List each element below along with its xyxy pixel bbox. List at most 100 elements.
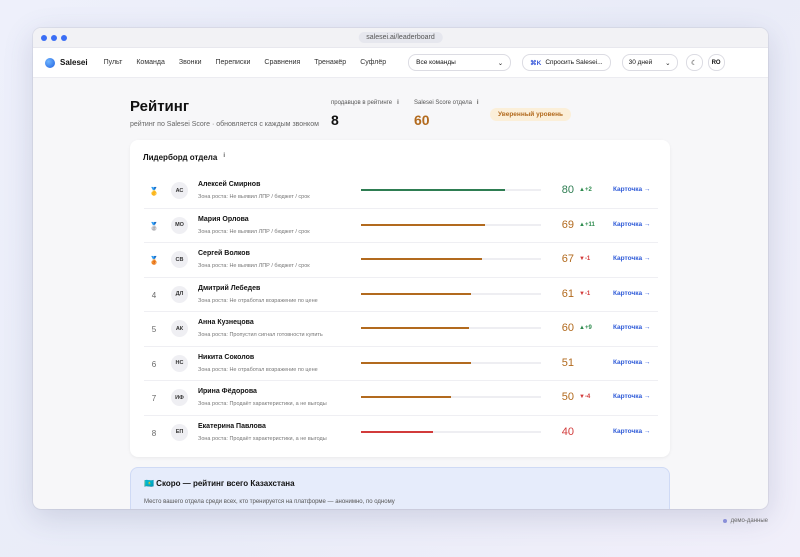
seller-name: Алексей Смирнов [198, 181, 261, 188]
seller-score: 51 [561, 356, 574, 369]
score-bar-fill [361, 430, 433, 433]
brand-name: Salesei [60, 58, 88, 67]
seller-name: Ирина Фёдорова [198, 388, 257, 395]
team-select[interactable]: Все команды ⌄ [408, 54, 512, 71]
seller-score: 80 [561, 184, 574, 196]
leaderboard-row: 7 ИФ Ирина Фёдорова Зона роста: Продаёт … [144, 381, 658, 416]
medal-icon: 🥈 [149, 221, 159, 231]
ask-salesei-button[interactable]: ⌘K Спросить Salesei... [522, 54, 611, 71]
seller-name: Никита Соколов [198, 353, 255, 361]
coming-soon-text: Место вашего отдела среди всех, кто трен… [144, 499, 395, 505]
info-icon[interactable]: i [477, 100, 479, 106]
nav-link-team[interactable]: Команда [136, 59, 165, 66]
nav-link-calls[interactable]: Звонки [179, 59, 202, 66]
url-bar[interactable]: salesei.ai/leaderboard [358, 32, 443, 43]
nav-link-prompter[interactable]: Суфлёр [360, 59, 386, 66]
avatar: ДЛ [171, 285, 188, 303]
period-select[interactable]: 30 дней ⌄ [621, 54, 678, 71]
level-badge: Уверенный уровень [490, 108, 572, 121]
info-icon[interactable]: i [223, 153, 225, 162]
nav-links: Пульт Команда Звонки Переписки Сравнения… [104, 59, 387, 66]
avatar: СВ [171, 251, 188, 268]
theme-toggle-button[interactable]: ☾ [685, 54, 703, 71]
sellers-count-label-text: продавцов в рейтинге [331, 100, 393, 106]
window-dot[interactable] [41, 35, 47, 41]
info-icon[interactable]: i [397, 100, 399, 106]
window-dot[interactable] [51, 35, 57, 41]
score-bar-fill [361, 223, 486, 226]
growth-zone: Зона роста: Не выявил ЛПР / бюджет / сро… [198, 194, 310, 200]
growth-zone: Зона роста: Не выявил ЛПР / бюджет / сро… [198, 263, 310, 269]
leaderboard-title-text: Лидерборд отдела [143, 153, 218, 162]
nav-link-compare[interactable]: Сравнения [264, 59, 300, 66]
growth-zone: Зона роста: Продаёт характеристики, а не… [198, 401, 327, 407]
avatar: МО [171, 216, 188, 234]
nav-link-chats[interactable]: Переписки [216, 59, 251, 66]
growth-zone: Зона роста: Пропустил сигнал готовности … [198, 332, 323, 338]
dept-score-label: Salesei Score отдела i [414, 100, 479, 106]
seller-score: 50 [561, 391, 574, 403]
coming-soon-title: 🇰🇿 Скоро — рейтинг всего Казахстана [144, 479, 295, 488]
score-bar-fill [361, 189, 505, 191]
score-bar-track [361, 258, 541, 260]
score-bar-fill [361, 396, 451, 398]
sellers-count-label: продавцов в рейтинге i [331, 100, 399, 106]
score-delta: ▼-1 [579, 256, 591, 262]
seller-name: Дмитрий Лебедев [198, 284, 261, 292]
score-bar-fill [361, 327, 469, 329]
demo-data-label: демо-данные [730, 518, 768, 524]
seller-name: Анна Кузнецова [198, 319, 254, 326]
seller-card-link[interactable]: Карточка → [613, 428, 650, 435]
shortcut-label: ⌘K [530, 59, 542, 67]
seller-name: Екатерина Павлова [198, 422, 266, 430]
leaderboard-rows: 🥇 АС Алексей Смирнов Зона роста: Не выяв… [144, 174, 658, 450]
seller-card-link[interactable]: Карточка → [613, 324, 650, 331]
nav-link-trainer[interactable]: Тренажёр [314, 59, 346, 66]
avatar: АК [171, 320, 188, 337]
leaderboard-row: 4 ДЛ Дмитрий Лебедев Зона роста: Не отра… [144, 278, 658, 312]
rank-number: 5 [151, 325, 157, 334]
score-delta: ▲+9 [579, 325, 592, 331]
rank-number: 4 [151, 290, 157, 300]
seller-card-link[interactable]: Карточка → [613, 221, 650, 228]
dept-score-label-text: Salesei Score отдела [414, 100, 472, 106]
score-bar-track [361, 223, 541, 226]
top-nav: Salesei Пульт Команда Звонки Переписки С… [33, 48, 768, 78]
ask-label: Спросить Salesei... [545, 59, 603, 66]
seller-card-link[interactable]: Карточка → [613, 255, 650, 262]
seller-card-link[interactable]: Карточка → [613, 186, 650, 193]
score-bar-track [361, 292, 541, 295]
demo-data-note: демо-данные [722, 518, 768, 524]
page-subtitle: рейтинг по Salesei Score · обновляется с… [130, 121, 319, 128]
brand-logo[interactable]: Salesei [45, 57, 88, 68]
demo-dot-icon [722, 519, 727, 523]
medal-icon: 🥇 [149, 187, 159, 196]
score-bar-track [361, 327, 541, 329]
rank-number: 6 [151, 359, 157, 369]
score-delta: ▼-4 [579, 394, 591, 400]
score-delta: ▼-1 [579, 290, 591, 297]
seller-card-link[interactable]: Карточка → [613, 290, 650, 297]
leaderboard-title: Лидерборд отдела i [143, 153, 225, 162]
seller-card-link[interactable]: Карточка → [613, 393, 650, 400]
window-dot[interactable] [61, 35, 67, 41]
app-window: salesei.ai/leaderboard Salesei Пульт Ком… [33, 28, 768, 509]
rank-number: 7 [151, 394, 157, 403]
user-avatar[interactable]: RO [707, 54, 725, 71]
score-bar-fill [361, 258, 482, 260]
growth-zone: Зона роста: Не отработал возражение по ц… [198, 297, 318, 304]
period-select-value: 30 дней [628, 59, 653, 66]
avatar: ЕП [171, 423, 188, 441]
chevron-down-icon: ⌄ [665, 59, 671, 67]
browser-titlebar: salesei.ai/leaderboard [33, 28, 768, 48]
team-select-value: Все команды [416, 59, 456, 66]
nav-link-pult[interactable]: Пульт [104, 59, 123, 66]
leaderboard-row: 🥉 СВ Сергей Волков Зона роста: Не выявил… [144, 243, 658, 278]
moon-icon: ☾ [690, 59, 698, 67]
seller-score: 40 [561, 425, 574, 438]
leaderboard-row: 🥈 МО Мария Орлова Зона роста: Не выявил … [144, 209, 658, 243]
score-bar-fill [361, 361, 471, 364]
seller-score: 67 [561, 253, 574, 265]
seller-card-link[interactable]: Карточка → [613, 359, 650, 366]
window-controls [41, 35, 67, 41]
